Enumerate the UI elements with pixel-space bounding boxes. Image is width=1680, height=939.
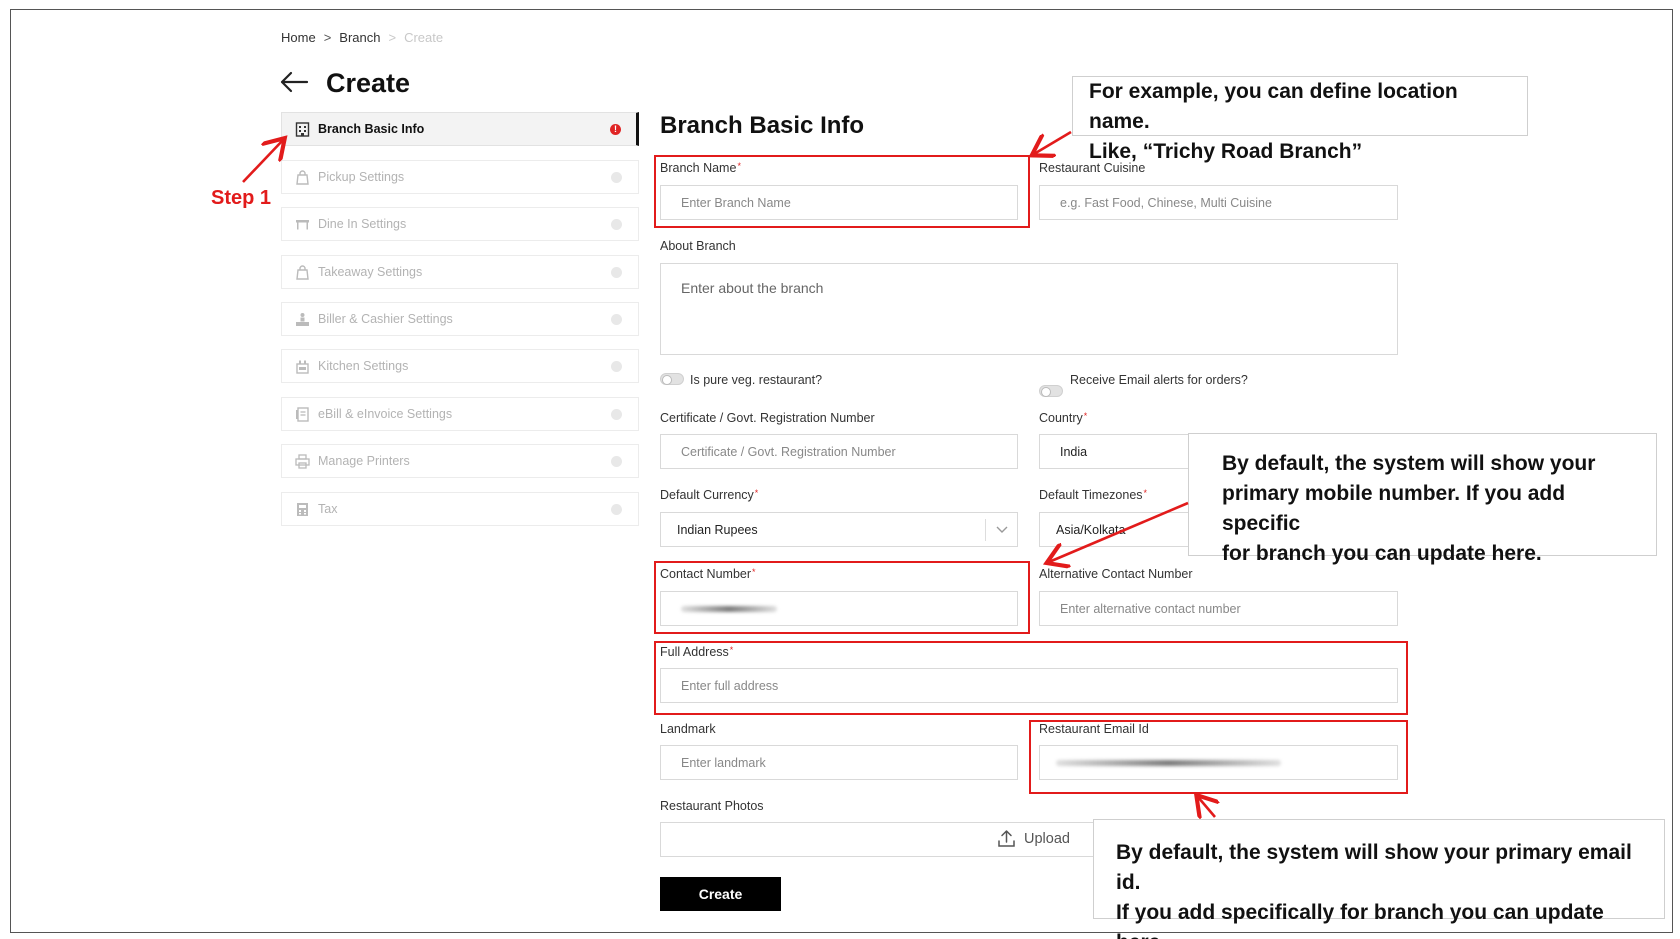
status-dot bbox=[611, 172, 622, 183]
breadcrumb-separator: > bbox=[323, 30, 332, 45]
alt-contact-input[interactable]: Enter alternative contact number bbox=[1039, 591, 1398, 626]
callout-branch-name: For example, you can define location nam… bbox=[1072, 76, 1528, 163]
cashier-icon bbox=[294, 311, 310, 327]
pure-veg-label: Is pure veg. restaurant? bbox=[690, 373, 823, 387]
status-dot bbox=[611, 314, 622, 325]
cuisine-input[interactable]: e.g. Fast Food, Chinese, Multi Cuisine bbox=[1039, 185, 1398, 220]
bag-icon bbox=[294, 264, 310, 280]
status-dot bbox=[611, 361, 622, 372]
page-title: Create bbox=[326, 68, 411, 98]
country-label: Country* bbox=[1039, 411, 1088, 425]
sidebar-item-label: Pickup Settings bbox=[318, 170, 405, 184]
status-dot bbox=[611, 504, 622, 515]
highlight-branch-name bbox=[654, 155, 1030, 228]
create-button[interactable]: Create bbox=[660, 877, 781, 911]
bag-icon bbox=[294, 169, 310, 185]
alt-contact-label: Alternative Contact Number bbox=[1039, 567, 1193, 581]
breadcrumb-separator: > bbox=[388, 30, 397, 45]
certificate-label: Certificate / Govt. Registration Number bbox=[660, 411, 875, 425]
currency-label: Default Currency* bbox=[660, 488, 759, 502]
callout-mobile-number: By default, the system will show your pr… bbox=[1188, 433, 1657, 565]
receipt-icon bbox=[294, 406, 310, 422]
sidebar-item-pickup-settings[interactable]: Pickup Settings bbox=[281, 160, 639, 194]
calculator-icon bbox=[294, 501, 310, 517]
highlight-full-address bbox=[654, 641, 1408, 715]
breadcrumb: Home > Branch > Create bbox=[281, 30, 443, 45]
breadcrumb-home[interactable]: Home bbox=[281, 30, 316, 45]
status-dot bbox=[611, 267, 622, 278]
timezone-label: Default Timezones* bbox=[1039, 488, 1148, 502]
sidebar-item-label: Manage Printers bbox=[318, 454, 410, 468]
certificate-input[interactable]: Certificate / Govt. Registration Number bbox=[660, 434, 1018, 469]
sidebar-item-takeaway-settings[interactable]: Takeaway Settings bbox=[281, 255, 639, 289]
alert-icon: ! bbox=[610, 124, 621, 135]
sidebar-item-label: Dine In Settings bbox=[318, 217, 407, 231]
status-dot bbox=[611, 219, 622, 230]
sidebar-item-biller-cashier-settings[interactable]: Biller & Cashier Settings bbox=[281, 302, 639, 336]
status-dot bbox=[611, 456, 622, 467]
sidebar-item-label: Kitchen Settings bbox=[318, 359, 409, 373]
email-alerts-toggle[interactable] bbox=[1039, 385, 1063, 397]
highlight-contact-number bbox=[654, 561, 1030, 634]
chevron-down-icon[interactable] bbox=[985, 519, 1017, 541]
currency-select[interactable]: Indian Rupees bbox=[660, 512, 1018, 547]
back-arrow-icon[interactable] bbox=[279, 70, 309, 94]
section-title: Branch Basic Info bbox=[660, 112, 865, 139]
landmark-input[interactable]: Enter landmark bbox=[660, 745, 1018, 780]
sidebar-item-kitchen-settings[interactable]: Kitchen Settings bbox=[281, 349, 639, 383]
sidebar-item-label: Biller & Cashier Settings bbox=[318, 312, 453, 326]
breadcrumb-branch[interactable]: Branch bbox=[339, 30, 380, 45]
sidebar-item-tax[interactable]: Tax bbox=[281, 492, 639, 526]
sidebar-item-branch-basic-info[interactable]: Branch Basic Info ! bbox=[281, 112, 639, 146]
pure-veg-toggle[interactable] bbox=[660, 373, 684, 385]
building-icon bbox=[294, 121, 310, 137]
upload-icon bbox=[998, 830, 1015, 847]
sidebar-item-manage-printers[interactable]: Manage Printers bbox=[281, 444, 639, 478]
kitchen-icon bbox=[294, 358, 310, 374]
about-branch-label: About Branch bbox=[660, 239, 736, 253]
callout-email: By default, the system will show your pr… bbox=[1093, 819, 1665, 939]
breadcrumb-current: Create bbox=[404, 30, 444, 45]
sidebar-item-label: eBill & eInvoice Settings bbox=[318, 407, 453, 421]
step-1-label: Step 1 bbox=[211, 187, 272, 209]
restaurant-photos-label: Restaurant Photos bbox=[660, 799, 764, 813]
landmark-label: Landmark bbox=[660, 722, 716, 736]
sidebar-item-ebill-einvoice-settings[interactable]: eBill & eInvoice Settings bbox=[281, 397, 639, 431]
sidebar-item-dine-in-settings[interactable]: Dine In Settings bbox=[281, 207, 639, 241]
email-alerts-label: Receive Email alerts for orders? bbox=[1070, 373, 1248, 387]
table-icon bbox=[294, 216, 310, 232]
sidebar-item-label: Takeaway Settings bbox=[318, 265, 423, 279]
upload-button[interactable]: Upload bbox=[997, 829, 1070, 848]
printer-icon bbox=[294, 453, 310, 469]
sidebar-item-label: Branch Basic Info bbox=[318, 122, 425, 136]
sidebar-item-label: Tax bbox=[318, 502, 338, 516]
about-branch-textarea[interactable]: Enter about the branch bbox=[660, 263, 1398, 355]
status-dot bbox=[611, 409, 622, 420]
highlight-email bbox=[1029, 720, 1408, 794]
restaurant-photos-dropzone[interactable]: Upload bbox=[660, 822, 1100, 857]
